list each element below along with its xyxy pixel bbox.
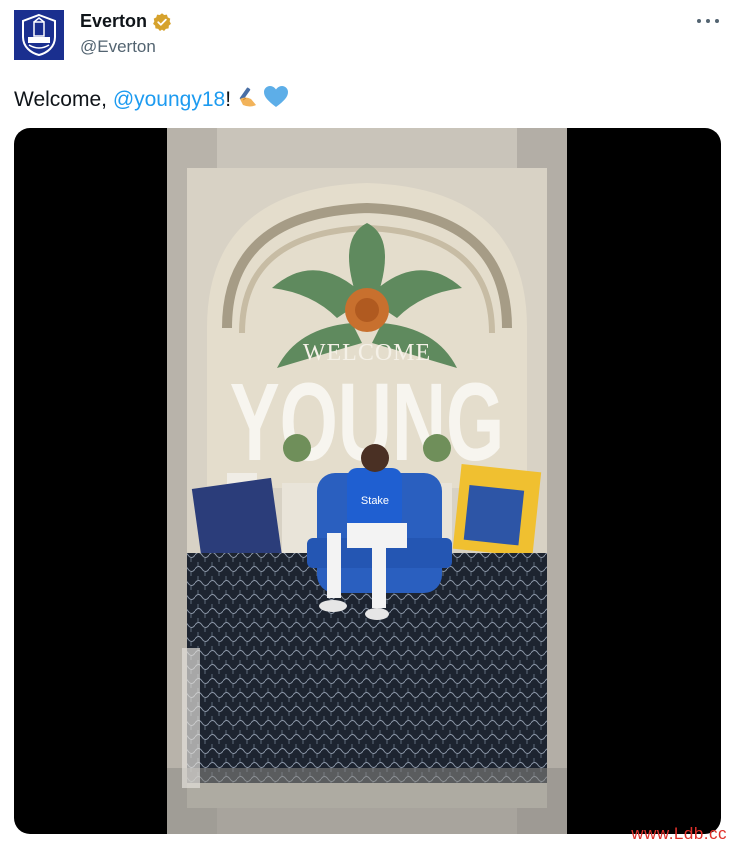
tweet-text-after: ! xyxy=(225,88,232,111)
account-handle[interactable]: @Everton xyxy=(80,37,156,57)
welcome-poster-image: WELCOME YOUNG Stake xyxy=(167,128,567,834)
avatar[interactable] xyxy=(14,10,64,60)
more-options-icon[interactable] xyxy=(697,13,719,29)
site-watermark: www.Ldb.cc xyxy=(631,824,727,843)
everton-crest-icon xyxy=(22,13,56,57)
video-frame[interactable]: WELCOME YOUNG Stake xyxy=(167,128,567,834)
tweet-text-before: Welcome, xyxy=(14,88,113,111)
more-dot-1 xyxy=(697,19,701,23)
poster-shirt-text: Stake xyxy=(361,495,389,507)
tweet-text: Welcome, @youngy18 ! xyxy=(14,85,289,115)
verified-badge-icon xyxy=(153,12,171,31)
tweet-video[interactable]: WELCOME YOUNG Stake xyxy=(14,128,721,834)
mention-link[interactable]: @youngy18 xyxy=(113,88,225,112)
display-name[interactable]: Everton xyxy=(80,11,147,32)
more-dot-2 xyxy=(706,19,710,23)
more-dot-3 xyxy=(715,19,719,23)
account-name-row: Everton xyxy=(80,11,172,32)
writing-hand-emoji xyxy=(237,85,261,115)
blue-heart-emoji xyxy=(263,85,289,115)
